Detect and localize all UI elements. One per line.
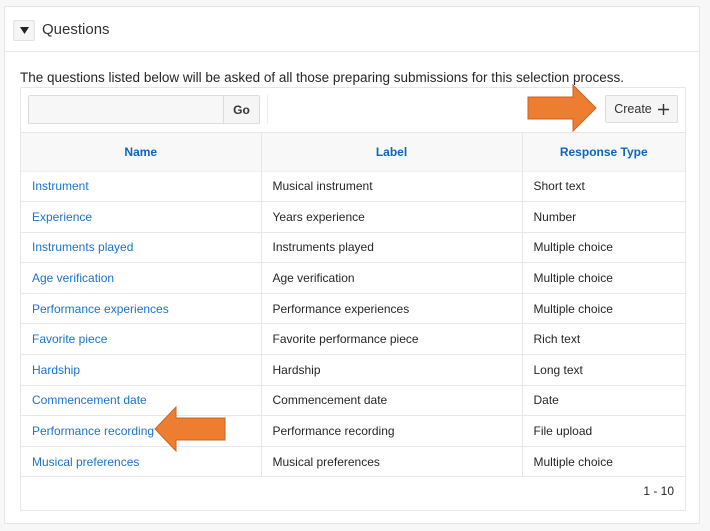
- plus-icon: [657, 103, 669, 115]
- table-row: Experience Years experience Number: [21, 201, 685, 233]
- question-name-link[interactable]: Performance experiences: [32, 302, 169, 316]
- question-name-link[interactable]: Musical preferences: [32, 455, 139, 469]
- cell-name: Favorite piece: [21, 323, 262, 356]
- table-header-row: Name Label Response Type: [21, 133, 685, 172]
- question-name-link[interactable]: Favorite piece: [32, 332, 107, 346]
- annotation-arrow-left: [154, 406, 226, 452]
- cell-name: Age verification: [21, 262, 262, 294]
- cell-label: Age verification: [261, 262, 523, 294]
- cell-response-type: Short text: [522, 171, 685, 203]
- cell-response-type: Multiple choice: [522, 446, 685, 478]
- table-row: Favorite piece Favorite performance piece…: [21, 323, 685, 356]
- toolbar-divider: [267, 95, 268, 124]
- question-name-link[interactable]: Experience: [32, 210, 92, 224]
- go-button[interactable]: Go: [223, 95, 260, 124]
- create-button[interactable]: Create: [605, 95, 678, 123]
- table-row: Instruments played Instruments played Mult…: [21, 232, 685, 264]
- cell-label: Performance recording: [261, 415, 523, 447]
- table-row: Instrument Musical instrument Short text: [21, 171, 685, 203]
- cell-label: Musical preferences: [261, 446, 523, 478]
- cell-label: Years experience: [261, 201, 523, 233]
- questions-report: Go Create Name Label Response Type Instr…: [20, 87, 686, 511]
- cell-label: Instruments played: [261, 232, 523, 264]
- region-header: Questions: [5, 7, 699, 52]
- cell-response-type: Multiple choice: [522, 232, 685, 264]
- table-row: Hardship Hardship Long text: [21, 354, 685, 386]
- column-header-label[interactable]: Label: [261, 133, 523, 172]
- caret-down-icon: [19, 27, 29, 34]
- question-name-link[interactable]: Instrument: [32, 179, 89, 193]
- pagination-range: 1 - 10: [643, 484, 674, 498]
- cell-response-type: Long text: [522, 354, 685, 386]
- question-name-link[interactable]: Performance recording: [32, 424, 154, 438]
- cell-name: Hardship: [21, 354, 262, 386]
- question-name-link[interactable]: Instruments played: [32, 240, 133, 254]
- cell-label: Hardship: [261, 354, 523, 386]
- questions-table: Name Label Response Type Instrument Music…: [21, 133, 685, 478]
- cell-response-type: Date: [522, 385, 685, 417]
- cell-response-type: Rich text: [522, 323, 685, 356]
- column-header-response-type[interactable]: Response Type: [522, 133, 685, 172]
- collapse-toggle-button[interactable]: [13, 20, 35, 41]
- cell-name: Experience: [21, 201, 262, 233]
- cell-name: Instruments played: [21, 232, 262, 264]
- question-name-link[interactable]: Age verification: [32, 271, 114, 285]
- cell-response-type: Multiple choice: [522, 293, 685, 325]
- question-name-link[interactable]: Hardship: [32, 363, 80, 377]
- cell-response-type: Number: [522, 201, 685, 233]
- cell-name: Performance experiences: [21, 293, 262, 325]
- question-name-link[interactable]: Commencement date: [32, 393, 147, 407]
- cell-response-type: File upload: [522, 415, 685, 447]
- cell-label: Favorite performance piece: [261, 323, 523, 356]
- search-input[interactable]: [28, 95, 224, 124]
- cell-label: Musical instrument: [261, 171, 523, 203]
- region-title: Questions: [42, 21, 110, 38]
- cell-response-type: Multiple choice: [522, 262, 685, 294]
- annotation-arrow-right: [527, 84, 597, 132]
- column-header-name[interactable]: Name: [21, 133, 262, 172]
- cell-label: Performance experiences: [261, 293, 523, 325]
- cell-label: Commencement date: [261, 385, 523, 417]
- create-label: Create: [614, 102, 652, 116]
- table-row: Performance experiences Performance exper…: [21, 293, 685, 325]
- table-row: Musical preferences Musical preferences Mu…: [21, 446, 685, 478]
- table-row: Commencement date Commencement date Date: [21, 385, 685, 417]
- region-description: The questions listed below will be asked…: [20, 70, 625, 85]
- table-row: Performance recording Performance recordi…: [21, 415, 685, 447]
- cell-name: Instrument: [21, 171, 262, 203]
- table-row: Age verification Age verification Multiple…: [21, 262, 685, 294]
